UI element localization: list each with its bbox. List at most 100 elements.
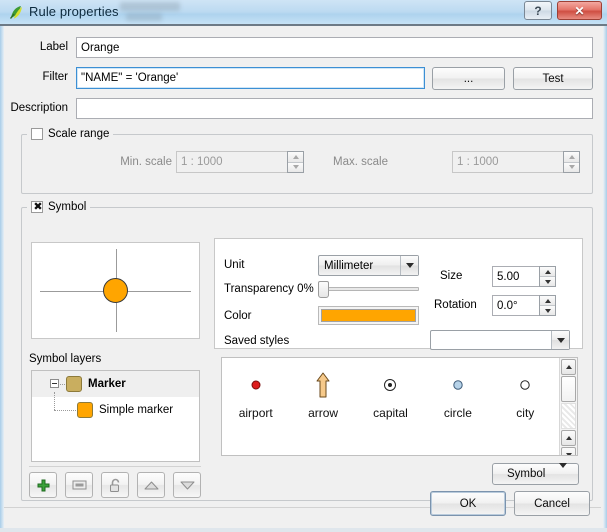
transparency-slider-handle[interactable]	[318, 281, 329, 298]
dialog-body: Label Orange Filter "NAME" = 'Orange' ..…	[0, 26, 607, 532]
desktop-blur-artifact-1	[120, 2, 180, 11]
transparency-slider[interactable]	[318, 280, 419, 298]
label-field-label: Label	[39, 41, 68, 53]
minus-icon	[72, 480, 86, 490]
rotation-spinbox[interactable]: 0.0°	[492, 295, 556, 316]
triangle-up-icon	[144, 481, 158, 489]
max-scale-value[interactable]: 1 : 1000	[452, 151, 563, 173]
light-green-triangle-icon	[248, 448, 264, 455]
tree-guide-h1	[54, 410, 76, 411]
gallery-label-capital: capital	[373, 406, 408, 420]
dialog-left-edge	[0, 26, 4, 532]
size-stepper[interactable]	[539, 266, 556, 287]
description-field-label: Description	[10, 102, 68, 114]
scrollbar-thumb[interactable]	[561, 376, 576, 402]
help-button[interactable]: ?	[524, 1, 552, 20]
min-scale-value[interactable]: 1 : 1000	[176, 151, 287, 173]
symbol-group-title[interactable]: Symbol	[27, 200, 91, 214]
gallery-scrollbar[interactable]	[559, 358, 577, 455]
lock-layer-button[interactable]	[101, 472, 129, 498]
gallery-item-airport[interactable]: airport	[222, 358, 289, 434]
gallery-item-partial-1[interactable]	[222, 434, 289, 455]
gallery-item-partial-5[interactable]	[492, 434, 559, 455]
move-layer-down-button[interactable]	[173, 472, 201, 498]
max-scale-step-down[interactable]	[564, 162, 579, 172]
blue-bar-icon	[517, 448, 533, 455]
cancel-button[interactable]: Cancel	[514, 491, 590, 516]
tree-collapse-icon[interactable]	[50, 379, 59, 388]
gallery-label-city: city	[516, 406, 535, 420]
ok-button[interactable]: OK	[430, 491, 506, 516]
symbol-gallery[interactable]: airport arrow capital circle city	[221, 357, 578, 456]
red-dot-icon	[250, 372, 262, 398]
gallery-item-capital[interactable]: capital	[357, 358, 424, 434]
gallery-item-arrow[interactable]: arrow	[289, 358, 356, 434]
filter-test-button[interactable]: Test	[513, 67, 593, 90]
min-scale-stepper[interactable]	[287, 151, 304, 173]
symbol-gallery-grid: airport arrow capital circle city	[222, 358, 559, 455]
chevron-down-icon-saved-styles[interactable]	[551, 331, 569, 349]
min-scale-spinbox[interactable]: 1 : 1000	[176, 151, 304, 173]
max-scale-stepper[interactable]	[563, 151, 580, 173]
color-swatch-button[interactable]	[318, 306, 419, 325]
symbol-menu-button[interactable]: Symbol	[492, 463, 579, 485]
gallery-item-city[interactable]: city	[492, 358, 559, 434]
scale-range-checkbox[interactable]	[31, 128, 43, 140]
min-scale-step-up[interactable]	[288, 152, 303, 163]
size-spinbox[interactable]: 5.00	[492, 266, 556, 287]
window-title: Rule properties	[29, 4, 119, 19]
blue-circle-icon	[452, 372, 464, 398]
rotation-value[interactable]: 0.0°	[492, 295, 539, 316]
symbol-checkbox[interactable]	[31, 200, 44, 214]
scrollbar-trough[interactable]	[561, 403, 576, 429]
transparency-label: Transparency 0%	[224, 283, 314, 295]
gallery-item-partial-2[interactable]	[289, 434, 356, 455]
gallery-item-partial-4[interactable]	[424, 434, 491, 455]
arrow-up-icon	[315, 372, 331, 398]
unit-label: Unit	[224, 259, 245, 271]
plus-icon	[37, 479, 49, 491]
rotation-step-up[interactable]	[540, 296, 555, 306]
scale-range-title-label: Scale range	[48, 128, 110, 140]
filter-input[interactable]: "NAME" = 'Orange'	[76, 67, 425, 89]
max-scale-step-up[interactable]	[564, 152, 579, 163]
gallery-item-partial-3[interactable]	[357, 434, 424, 455]
saved-styles-label: Saved styles	[224, 335, 290, 347]
gallery-item-circle[interactable]: circle	[424, 358, 491, 434]
symbol-layer-row-marker[interactable]: Marker	[32, 371, 199, 397]
symbol-layer-row-simple-marker[interactable]: Simple marker	[32, 392, 199, 423]
description-input[interactable]	[76, 98, 593, 119]
gallery-label-circle: circle	[443, 406, 472, 420]
size-step-up[interactable]	[540, 267, 555, 277]
symbol-menu-label: Symbol	[507, 468, 546, 480]
chevron-down-icon-symbol-menu	[559, 463, 567, 480]
scroll-down-button[interactable]	[561, 447, 576, 455]
scale-range-group-title[interactable]: Scale range	[27, 127, 114, 141]
unit-combobox[interactable]: Millimeter	[318, 255, 419, 276]
symbol-layers-tree[interactable]: Marker Simple marker	[31, 370, 200, 462]
transparency-slider-track	[318, 287, 419, 291]
scroll-page-up-button[interactable]	[561, 430, 576, 446]
close-icon[interactable]: ✕	[557, 1, 602, 20]
add-symbol-layer-button[interactable]	[29, 472, 57, 498]
rotation-step-down[interactable]	[540, 306, 555, 315]
size-step-down[interactable]	[540, 277, 555, 286]
label-input[interactable]: Orange	[76, 37, 593, 58]
move-layer-up-button[interactable]	[137, 472, 165, 498]
saved-styles-combobox[interactable]	[430, 330, 570, 350]
min-scale-label: Min. scale	[120, 156, 172, 168]
gallery-label-airport: airport	[238, 406, 273, 420]
remove-symbol-layer-button[interactable]	[65, 472, 93, 498]
arc-curve-icon	[312, 448, 334, 455]
window-titlebar: Rule properties ? ✕	[0, 0, 607, 26]
chevron-down-icon[interactable]	[400, 256, 418, 275]
size-value[interactable]: 5.00	[492, 266, 539, 287]
qgis-leaf-icon	[9, 6, 22, 19]
scroll-up-button[interactable]	[561, 359, 576, 375]
filter-expression-builder-button[interactable]: ...	[432, 67, 505, 90]
rotation-stepper[interactable]	[539, 295, 556, 316]
color-swatch-fill	[321, 309, 416, 322]
max-scale-spinbox[interactable]: 1 : 1000	[452, 151, 580, 173]
symbol-layer-swatch-marker	[66, 376, 82, 392]
min-scale-step-down[interactable]	[288, 162, 303, 172]
